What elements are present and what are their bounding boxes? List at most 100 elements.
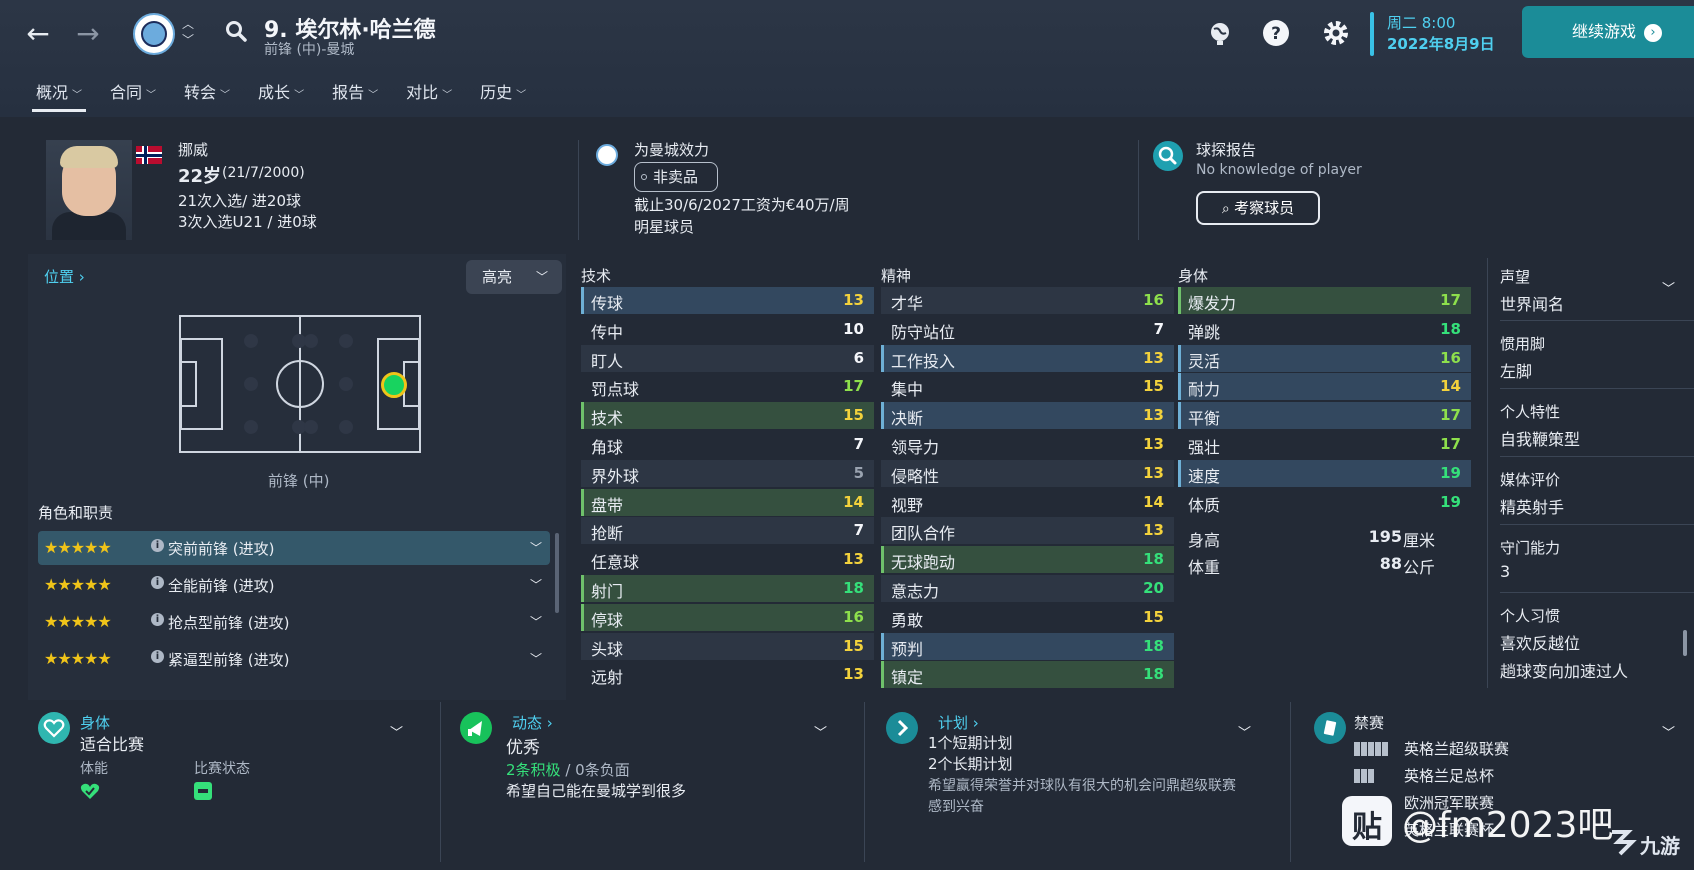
- chevron-right-icon: ›: [78, 268, 85, 286]
- body-title[interactable]: 身体: [80, 712, 110, 733]
- info-icon[interactable]: i: [151, 539, 164, 552]
- attribute-row[interactable]: 意志力 20: [881, 575, 1174, 602]
- attribute-row[interactable]: 领导力 13: [881, 431, 1174, 458]
- continue-game-button[interactable]: 继续游戏 ›: [1522, 6, 1694, 58]
- info-icon[interactable]: i: [151, 613, 164, 626]
- chevron-down-icon[interactable]: ﹀: [530, 650, 542, 667]
- menu-item-history[interactable]: 历史 ﹀: [466, 80, 540, 114]
- scout-player-button[interactable]: ⌕ 考察球员: [1196, 191, 1320, 225]
- attribute-row[interactable]: 远射 13: [581, 661, 874, 689]
- attribute-name: 集中: [891, 380, 924, 400]
- attribute-row[interactable]: 防守站位 7: [881, 315, 1174, 343]
- menu-item-contract[interactable]: 合同 ﹀: [96, 80, 170, 114]
- megaphone-icon: [460, 712, 492, 744]
- attribute-row[interactable]: 射门 18: [581, 575, 874, 602]
- menu-item-compare[interactable]: 对比 ﹀: [392, 80, 466, 114]
- dynamics-title[interactable]: 动态 ›: [512, 712, 553, 733]
- attribute-row[interactable]: 勇敢 15: [881, 603, 1174, 631]
- attribute-row[interactable]: 角球 7: [581, 431, 874, 458]
- role-row[interactable]: ★★★★★ i 抢点型前锋 (进攻) ﹀: [38, 605, 550, 639]
- attribute-row[interactable]: 弹跳 18: [1178, 315, 1471, 343]
- attribute-row[interactable]: 团队合作 13: [881, 517, 1174, 545]
- attribute-row[interactable]: 盘带 14: [581, 488, 874, 516]
- attribute-row[interactable]: 传球 13: [581, 287, 874, 314]
- divider: [1487, 258, 1488, 688]
- attribute-name: 界外球: [591, 466, 640, 486]
- forward-arrow-icon[interactable]: →: [72, 18, 104, 50]
- attribute-row[interactable]: 才华 16: [881, 287, 1174, 314]
- competition-name: 英格兰足总杯: [1404, 767, 1495, 785]
- attribute-row[interactable]: 预判 18: [881, 632, 1174, 660]
- chevron-down-icon[interactable]: ﹀: [530, 539, 542, 556]
- short-term-plans: 1个短期计划: [928, 734, 1013, 752]
- chevron-down-icon[interactable]: ﹀: [1662, 722, 1675, 741]
- chevron-down-icon[interactable]: ﹀: [530, 576, 542, 593]
- attribute-row[interactable]: 停球 16: [581, 603, 874, 631]
- attribute-name: 传中: [591, 322, 624, 342]
- attribute-row[interactable]: 镇定 18: [881, 661, 1174, 689]
- chevron-down-icon[interactable]: ﹀: [1238, 722, 1251, 741]
- role-row[interactable]: ★★★★★ i 全能前锋 (进攻) ﹀: [38, 568, 550, 602]
- plans-title[interactable]: 计划 ›: [938, 712, 979, 733]
- chevron-down-icon[interactable]: ﹀: [390, 722, 403, 741]
- attribute-value: 19: [1440, 463, 1461, 482]
- globe-icon[interactable]: [1206, 19, 1234, 47]
- side-scrollbar[interactable]: [1683, 630, 1687, 656]
- attribute-row[interactable]: 速度 19: [1178, 459, 1471, 487]
- attribute-value: 17: [1440, 406, 1461, 425]
- attribute-row[interactable]: 决断 13: [881, 402, 1174, 430]
- chevron-down-icon[interactable]: ﹀: [814, 722, 827, 741]
- attribute-value: 7: [853, 521, 864, 540]
- menu-label: 对比: [406, 83, 439, 102]
- plans-link: 计划: [938, 714, 969, 732]
- attribute-row[interactable]: 抢断 7: [581, 517, 874, 545]
- attribute-row[interactable]: 任意球 13: [581, 546, 874, 574]
- info-icon[interactable]: i: [151, 576, 164, 589]
- highlight-dropdown[interactable]: 高亮 ﹀: [466, 260, 562, 294]
- menu-item-overview[interactable]: 概况 ﹀: [22, 80, 96, 114]
- attribute-row[interactable]: 侵略性 13: [881, 459, 1174, 487]
- help-icon[interactable]: ?: [1262, 19, 1290, 47]
- roles-scrollbar[interactable]: [555, 533, 559, 613]
- attribute-row[interactable]: 爆发力 17: [1178, 287, 1471, 314]
- chevron-down-icon: ﹀: [72, 90, 83, 101]
- attribute-row[interactable]: 强壮 17: [1178, 431, 1471, 458]
- role-row[interactable]: ★★★★★ i 紧逼型前锋 (进攻) ﹀: [38, 642, 550, 676]
- attribute-row[interactable]: 盯人 6: [581, 344, 874, 372]
- attribute-row[interactable]: 体质 19: [1178, 488, 1471, 516]
- attribute-row[interactable]: 工作投入 13: [881, 344, 1174, 372]
- attribute-row[interactable]: 界外球 5: [581, 459, 874, 487]
- attribute-row[interactable]: 视野 14: [881, 488, 1174, 516]
- player-switch-icon[interactable]: ︿ ﹀: [181, 16, 195, 52]
- attribute-row[interactable]: 传中 10: [581, 315, 874, 343]
- role-row[interactable]: ★★★★★ i 突前前锋 (进攻) ﹀: [38, 531, 550, 565]
- position-link[interactable]: 位置 ›: [44, 266, 85, 287]
- search-icon[interactable]: [225, 20, 247, 46]
- attribute-row[interactable]: 技术 15: [581, 402, 874, 430]
- attribute-value: 7: [1153, 319, 1164, 338]
- attribute-row[interactable]: 耐力 14: [1178, 373, 1471, 401]
- chevron-down-icon: ﹀: [220, 90, 231, 101]
- info-icon[interactable]: i: [151, 650, 164, 663]
- chevron-down-icon[interactable]: ﹀: [530, 613, 542, 630]
- attribute-row[interactable]: 无球跑动 18: [881, 546, 1174, 574]
- attribute-row[interactable]: 灵活 16: [1178, 344, 1471, 372]
- chevron-down-icon[interactable]: ﹀: [1662, 278, 1675, 297]
- status-label: 非卖品: [653, 168, 699, 186]
- transfer-status-badge[interactable]: 非卖品: [634, 162, 718, 192]
- back-arrow-icon[interactable]: ←: [22, 18, 54, 50]
- attribute-name: 罚点球: [591, 380, 640, 400]
- attribute-row[interactable]: 罚点球 17: [581, 373, 874, 401]
- menu-item-development[interactable]: 成长 ﹀: [244, 80, 318, 114]
- dynamics-link: 动态: [512, 714, 543, 732]
- attribute-row[interactable]: 头球 15: [581, 632, 874, 660]
- menu-item-transfer[interactable]: 转会 ﹀: [170, 80, 244, 114]
- attribute-value: 18: [1440, 319, 1461, 338]
- attribute-row[interactable]: 集中 15: [881, 373, 1174, 401]
- attribute-row[interactable]: 平衡 17: [1178, 402, 1471, 430]
- goalkeeping-value: 3: [1500, 562, 1511, 581]
- divider: [1500, 524, 1694, 525]
- menu-item-reports[interactable]: 报告 ﹀: [318, 80, 392, 114]
- gear-icon[interactable]: [1322, 19, 1350, 47]
- reputation-value: 世界闻名: [1500, 295, 1565, 314]
